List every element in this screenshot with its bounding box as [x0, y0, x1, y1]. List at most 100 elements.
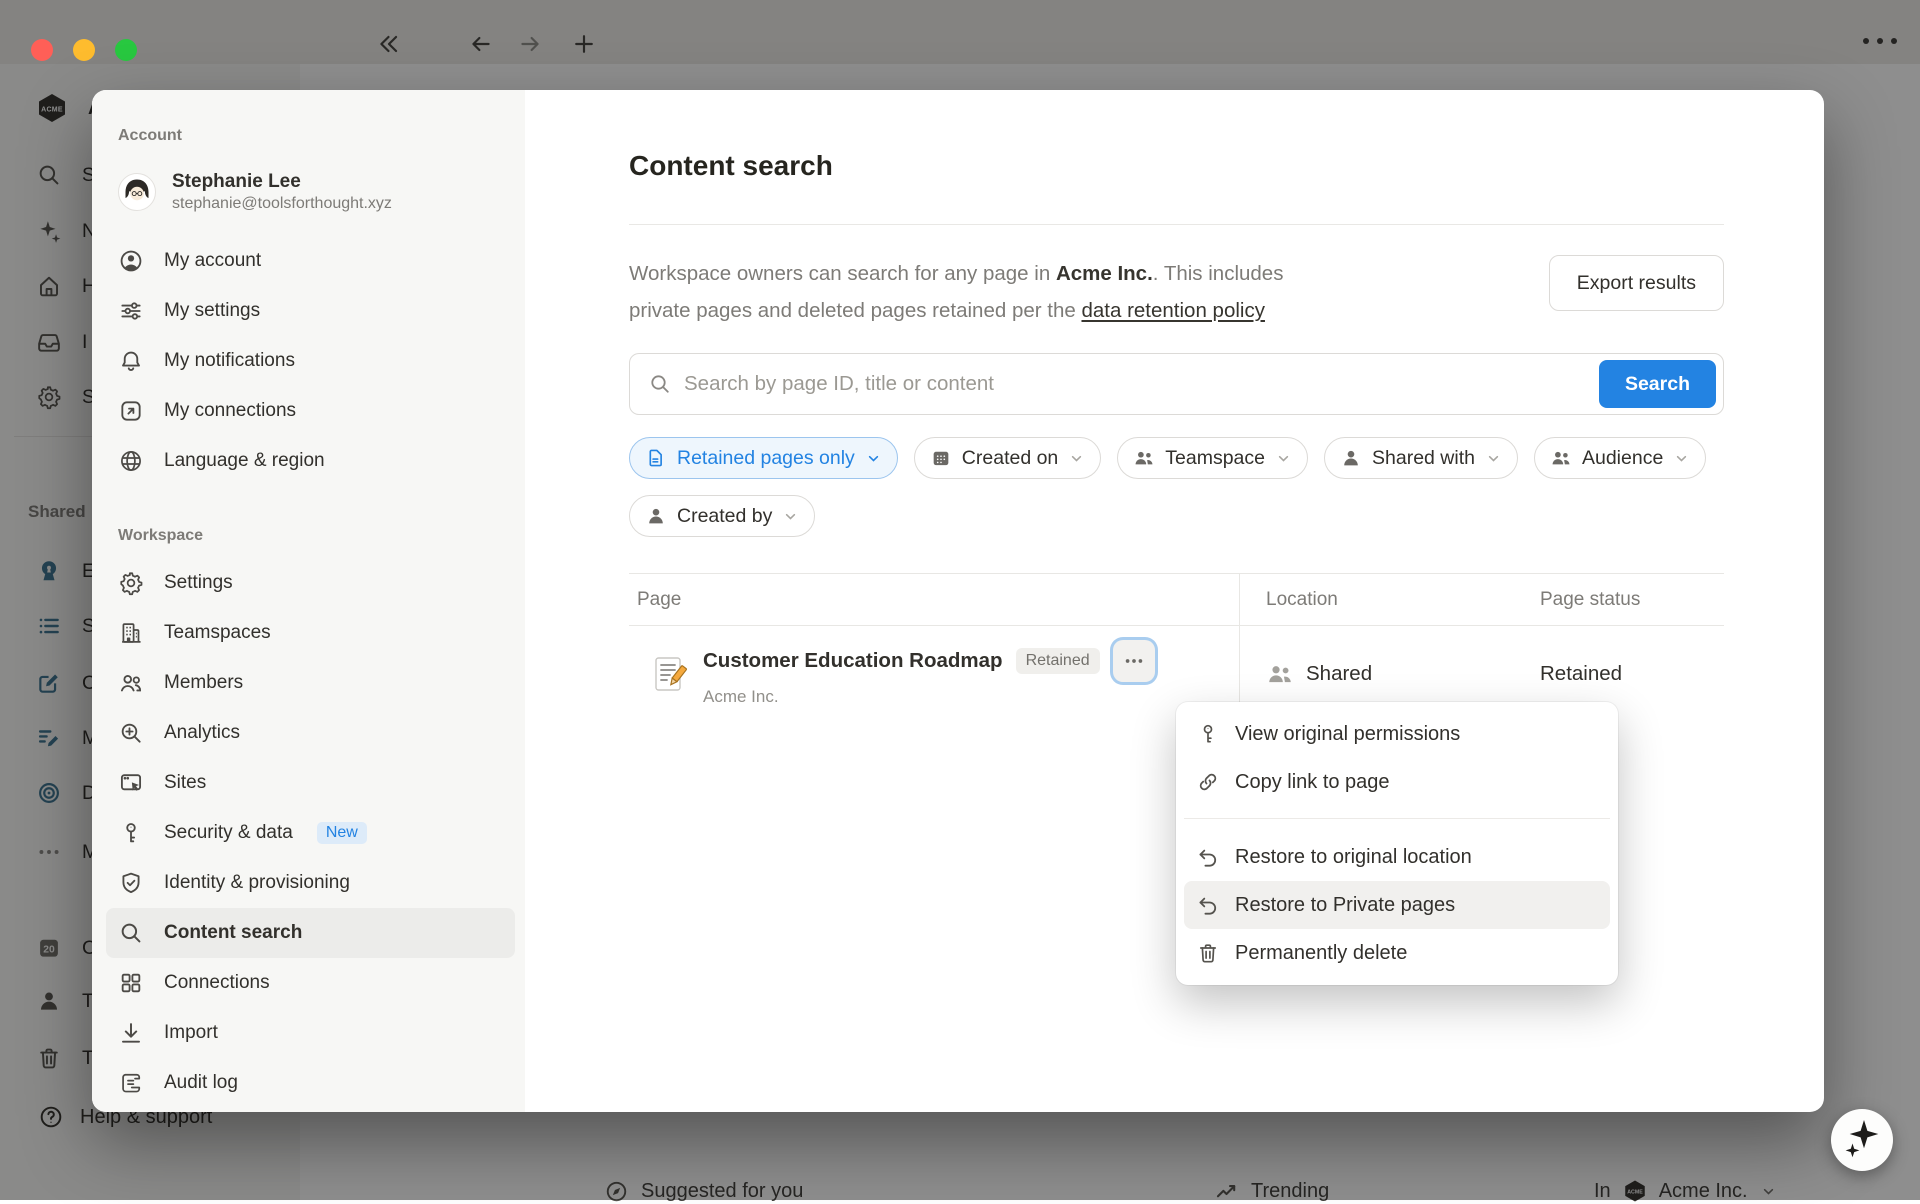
chevron-down-icon: [1485, 450, 1502, 467]
undo-arrow-icon: [1196, 893, 1220, 917]
key-icon: [118, 820, 144, 846]
table-header: Page Location Page status: [629, 574, 1724, 626]
title-divider: [629, 224, 1724, 225]
avatar: [118, 173, 156, 211]
person-circle-icon: [118, 248, 144, 274]
sidebar-item-my-account[interactable]: My account: [106, 236, 515, 286]
filter-chip-audience[interactable]: Audience: [1534, 437, 1706, 479]
column-header-page-status: Page status: [1540, 589, 1724, 611]
zoom-window-button[interactable]: [115, 39, 137, 61]
filter-chips: Retained pages only Created on Teamspace…: [629, 437, 1724, 537]
description: Workspace owners can search for any page…: [629, 255, 1474, 329]
person-icon: [1340, 447, 1362, 469]
column-header-location: Location: [1240, 589, 1540, 611]
workspace-section-label: Workspace: [106, 526, 515, 546]
search-input[interactable]: [684, 372, 1587, 396]
people-icon: [1266, 660, 1294, 688]
workspace-name: Acme Inc.: [1056, 262, 1153, 285]
new-badge: New: [317, 822, 367, 844]
sidebar-item-settings[interactable]: Settings: [106, 558, 515, 608]
gear-icon: [118, 570, 144, 596]
user-email: stephanie@toolsforthought.xyz: [172, 194, 392, 214]
filter-chip-teamspace[interactable]: Teamspace: [1117, 437, 1308, 479]
minimize-window-button[interactable]: [73, 39, 95, 61]
user-name: Stephanie Lee: [172, 170, 392, 194]
menu-item-restore-private-pages[interactable]: Restore to Private pages: [1184, 881, 1610, 929]
scroll-icon: [118, 1070, 144, 1096]
results-table: Page Location Page status: [629, 573, 1724, 721]
sidebar-item-sites[interactable]: Sites: [106, 758, 515, 808]
undo-arrow-icon: [1196, 845, 1220, 869]
grid-icon: [118, 970, 144, 996]
row-context-menu: View original permissions Copy link to p…: [1176, 702, 1618, 985]
export-results-button[interactable]: Export results: [1549, 255, 1724, 311]
page-title: Content search: [629, 148, 1724, 184]
account-section-label: Account: [106, 126, 515, 146]
chevron-down-icon: [1275, 450, 1292, 467]
ai-assistant-button[interactable]: [1831, 1109, 1893, 1171]
menu-item-restore-original-location[interactable]: Restore to original location: [1184, 833, 1610, 881]
arrow-up-right-box-icon: [118, 398, 144, 424]
menu-divider: [1184, 818, 1610, 819]
sidebar-item-teamspaces[interactable]: Teamspaces: [106, 608, 515, 658]
page-note-icon: [649, 654, 689, 694]
search-button[interactable]: Search: [1599, 360, 1716, 408]
people-icon: [1550, 447, 1572, 469]
menu-item-copy-link[interactable]: Copy link to page: [1184, 758, 1610, 806]
search-icon: [648, 372, 672, 396]
close-window-button[interactable]: [31, 39, 53, 61]
magnifier-plus-icon: [118, 720, 144, 746]
document-icon: [645, 447, 667, 469]
page-status-cell: Retained: [1540, 662, 1622, 685]
search-icon: [118, 920, 144, 946]
filter-chip-shared-with[interactable]: Shared with: [1324, 437, 1518, 479]
sidebar-item-audit-log[interactable]: Audit log: [106, 1058, 515, 1108]
sparkles-icon: [1831, 1110, 1891, 1170]
window-controls: [31, 39, 137, 61]
chevron-down-icon: [1068, 450, 1085, 467]
sidebar-item-connections[interactable]: Connections: [106, 958, 515, 1008]
globe-icon: [118, 448, 144, 474]
browser-cursor-icon: [118, 770, 144, 796]
people-icon: [1133, 447, 1155, 469]
sidebar-item-identity-provisioning[interactable]: Identity & provisioning: [106, 858, 515, 908]
sidebar-item-my-connections[interactable]: My connections: [106, 386, 515, 436]
sidebar-item-import[interactable]: Import: [106, 1008, 515, 1058]
sidebar-item-analytics[interactable]: Analytics: [106, 708, 515, 758]
settings-sidebar: Account Stephanie Lee stephanie@toolsfor…: [92, 90, 525, 1112]
page-title-cell: Customer Education Roadmap: [703, 649, 1003, 673]
sidebar-item-members[interactable]: Members: [106, 658, 515, 708]
retained-badge: Retained: [1016, 648, 1100, 674]
search-bar: Search: [629, 353, 1724, 415]
shield-check-icon: [118, 870, 144, 896]
row-more-button[interactable]: [1113, 640, 1155, 682]
sidebar-item-content-search[interactable]: Content search: [106, 908, 515, 958]
filter-chip-created-by[interactable]: Created by: [629, 495, 815, 537]
column-header-page: Page: [629, 574, 1240, 625]
person-icon: [645, 505, 667, 527]
account-user-row[interactable]: Stephanie Lee stephanie@toolsforthought.…: [106, 164, 515, 220]
menu-item-view-original-permissions[interactable]: View original permissions: [1184, 710, 1610, 758]
sliders-icon: [118, 298, 144, 324]
menu-item-permanently-delete[interactable]: Permanently delete: [1184, 929, 1610, 977]
trash-icon: [1196, 941, 1220, 965]
key-icon: [1196, 722, 1220, 746]
sidebar-item-my-notifications[interactable]: My notifications: [106, 336, 515, 386]
bell-icon: [118, 348, 144, 374]
sidebar-item-language-region[interactable]: Language & region: [106, 436, 515, 486]
data-retention-policy-link[interactable]: data retention policy: [1081, 299, 1264, 322]
calendar-icon: [930, 447, 952, 469]
sidebar-item-my-settings[interactable]: My settings: [106, 286, 515, 336]
ellipsis-icon: [1123, 650, 1145, 672]
sidebar-item-security-data[interactable]: Security & data New: [106, 808, 515, 858]
chevron-down-icon: [865, 450, 882, 467]
chevron-down-icon: [782, 508, 799, 525]
content-search-panel: Content search Workspace owners can sear…: [525, 90, 1824, 1112]
building-icon: [118, 620, 144, 646]
link-icon: [1196, 770, 1220, 794]
chevron-down-icon: [1673, 450, 1690, 467]
location-cell: Shared: [1306, 662, 1372, 686]
download-icon: [118, 1020, 144, 1046]
filter-chip-retained-pages-only[interactable]: Retained pages only: [629, 437, 898, 479]
filter-chip-created-on[interactable]: Created on: [914, 437, 1101, 479]
